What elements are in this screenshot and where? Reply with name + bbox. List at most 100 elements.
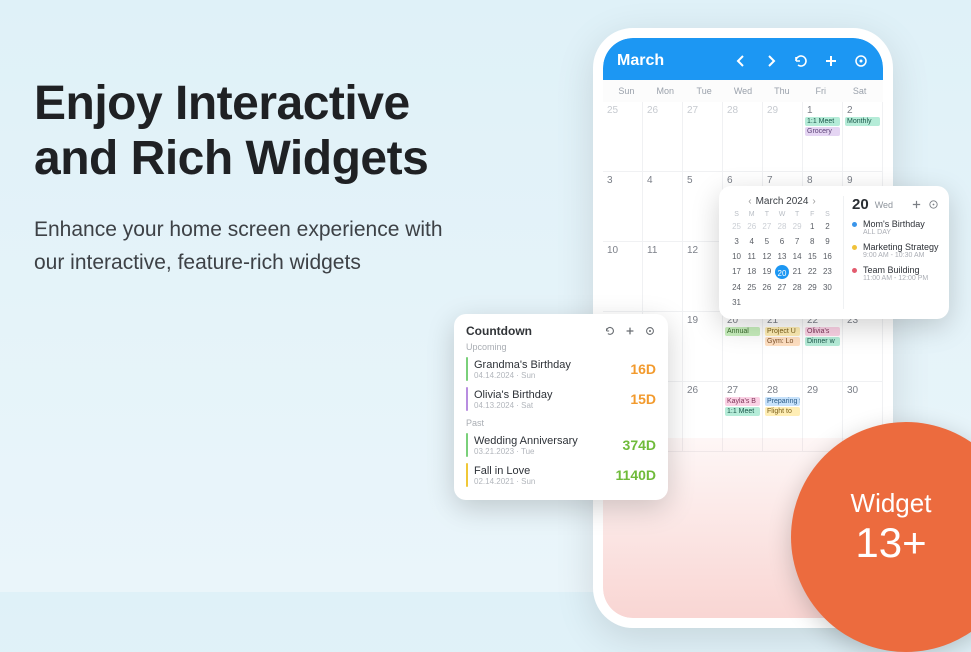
calendar-cell[interactable]: 3 — [603, 172, 643, 242]
calendar-event[interactable]: Monthly — [845, 117, 880, 126]
calendar-event[interactable]: Kayla's B — [725, 397, 760, 406]
mini-day-cell[interactable]: 11 — [744, 250, 759, 263]
prev-month-icon[interactable] — [733, 53, 749, 69]
calendar-cell[interactable]: 26 — [683, 382, 723, 452]
mini-day-cell[interactable]: 18 — [744, 265, 759, 279]
countdown-name: Grandma's Birthday — [474, 359, 630, 371]
refresh-icon[interactable] — [793, 53, 809, 69]
countdown-item[interactable]: Wedding Anniversary03.21.2023 · Tue374D — [466, 430, 656, 460]
calendar-event[interactable]: Annual — [725, 327, 760, 336]
calendar-cell[interactable]: 11:1 MeetGrocery — [803, 102, 843, 172]
calendar-cell[interactable]: 29 — [803, 382, 843, 452]
calendar-event[interactable]: Olivia's — [805, 327, 840, 336]
countdown-item[interactable]: Fall in Love02.14.2021 · Sun1140D — [466, 460, 656, 490]
mini-day-cell[interactable]: 12 — [759, 250, 774, 263]
headline: Enjoy Interactive and Rich Widgets — [34, 76, 474, 186]
mini-day-cell[interactable]: 28 — [774, 220, 789, 233]
calendar-cell[interactable]: 5 — [683, 172, 723, 242]
next-month-icon[interactable] — [763, 53, 779, 69]
calendar-cell[interactable]: 10 — [603, 242, 643, 312]
calendar-cell[interactable]: 27 — [683, 102, 723, 172]
mini-day-cell[interactable]: 19 — [759, 265, 774, 279]
day-number: 6 — [725, 175, 760, 186]
calendar-event[interactable]: 1:1 Meet — [725, 407, 760, 416]
mini-day-cell[interactable]: 27 — [774, 281, 789, 294]
mini-day-cell[interactable]: 26 — [744, 220, 759, 233]
mini-day-cell[interactable]: 13 — [774, 250, 789, 263]
mini-day-cell[interactable]: 25 — [729, 220, 744, 233]
countdown-date: 02.14.2021 · Sun — [474, 477, 616, 486]
calendar-cell[interactable]: 23 — [843, 312, 883, 382]
calendar-cell[interactable]: 28Preparing for a birthday parFlight to — [763, 382, 803, 452]
mini-event-item[interactable]: Team Building11:00 AM - 12:00 PM — [852, 265, 939, 282]
day-number: 5 — [685, 175, 720, 186]
mini-day-cell[interactable]: 29 — [805, 281, 820, 294]
calendar-event[interactable]: Flight to — [765, 407, 800, 416]
mini-day-cell[interactable]: 1 — [805, 220, 820, 233]
mini-day-cell[interactable]: 30 — [820, 281, 835, 294]
dow-label: Thu — [762, 86, 801, 96]
countdown-item[interactable]: Olivia's Birthday04.13.2024 · Sat15D — [466, 384, 656, 414]
calendar-event[interactable]: Grocery — [805, 127, 840, 136]
settings-icon[interactable] — [644, 325, 656, 337]
mini-day-cell[interactable]: 17 — [729, 265, 744, 279]
calendar-cell[interactable]: 25 — [603, 102, 643, 172]
calendar-cell[interactable]: 11 — [643, 242, 683, 312]
mini-next-icon[interactable]: › — [812, 196, 815, 207]
add-icon[interactable] — [911, 199, 922, 210]
calendar-cell[interactable]: 21Project UGym: Lo — [763, 312, 803, 382]
calendar-event[interactable]: Project U — [765, 327, 800, 336]
mini-day-cell[interactable]: 22 — [805, 265, 820, 279]
mini-day-cell[interactable]: 27 — [759, 220, 774, 233]
mini-day-cell[interactable]: 4 — [744, 235, 759, 248]
calendar-cell[interactable]: 2Monthly — [843, 102, 883, 172]
calendar-event[interactable]: 1:1 Meet — [805, 117, 840, 126]
mini-day-cell[interactable]: 29 — [790, 220, 805, 233]
mini-day-cell[interactable]: 9 — [820, 235, 835, 248]
calendar-cell[interactable]: 4 — [643, 172, 683, 242]
mini-day-cell[interactable]: 23 — [820, 265, 835, 279]
mini-day-cell[interactable]: 21 — [790, 265, 805, 279]
mini-day-cell[interactable]: 14 — [790, 250, 805, 263]
day-number: 29 — [805, 385, 840, 396]
calendar-cell[interactable]: 26 — [643, 102, 683, 172]
settings-icon[interactable] — [928, 199, 939, 210]
mini-day-cell[interactable]: 16 — [820, 250, 835, 263]
calendar-cell[interactable]: 12 — [683, 242, 723, 312]
day-number: 1 — [805, 105, 840, 116]
mini-event-item[interactable]: Marketing Strategy9:00 AM - 10:30 AM — [852, 242, 939, 259]
mini-day-cell[interactable]: 31 — [729, 296, 744, 309]
mini-day-cell[interactable]: 6 — [774, 235, 789, 248]
add-icon[interactable] — [823, 53, 839, 69]
mini-day-cell[interactable]: 10 — [729, 250, 744, 263]
calendar-cell[interactable]: 19 — [683, 312, 723, 382]
countdown-item[interactable]: Grandma's Birthday04.14.2024 · Sun16D — [466, 354, 656, 384]
mini-day-cell[interactable]: 3 — [729, 235, 744, 248]
settings-icon[interactable] — [853, 53, 869, 69]
mini-dow-label: T — [790, 211, 805, 218]
mini-day-cell[interactable]: 28 — [790, 281, 805, 294]
mini-day-cell[interactable]: 8 — [805, 235, 820, 248]
calendar-cell[interactable]: 28 — [723, 102, 763, 172]
calendar-event[interactable]: Dinner w — [805, 337, 840, 346]
mini-day-cell[interactable]: 20 — [775, 265, 789, 279]
calendar-cell[interactable]: 27Kayla's B1:1 Meet — [723, 382, 763, 452]
calendar-cell[interactable]: 22Olivia'sDinner w — [803, 312, 843, 382]
calendar-event[interactable]: Gym: Lo — [765, 337, 800, 346]
mini-grid[interactable]: 2526272829123456789101112131415161718192… — [729, 220, 835, 309]
calendar-cell[interactable]: 29 — [763, 102, 803, 172]
mini-day-cell[interactable]: 2 — [820, 220, 835, 233]
add-icon[interactable] — [624, 325, 636, 337]
mini-prev-icon[interactable]: ‹ — [748, 196, 751, 207]
calendar-event[interactable]: Preparing for a birthday par — [765, 397, 800, 406]
dow-label: Tue — [685, 86, 724, 96]
mini-day-cell[interactable]: 26 — [759, 281, 774, 294]
mini-day-cell[interactable]: 24 — [729, 281, 744, 294]
mini-day-cell[interactable]: 15 — [805, 250, 820, 263]
mini-day-cell[interactable]: 7 — [790, 235, 805, 248]
mini-day-cell[interactable]: 5 — [759, 235, 774, 248]
mini-day-cell[interactable]: 25 — [744, 281, 759, 294]
calendar-cell[interactable]: 20Annual — [723, 312, 763, 382]
refresh-icon[interactable] — [604, 325, 616, 337]
mini-event-item[interactable]: Mom's BirthdayALL DAY — [852, 219, 939, 236]
